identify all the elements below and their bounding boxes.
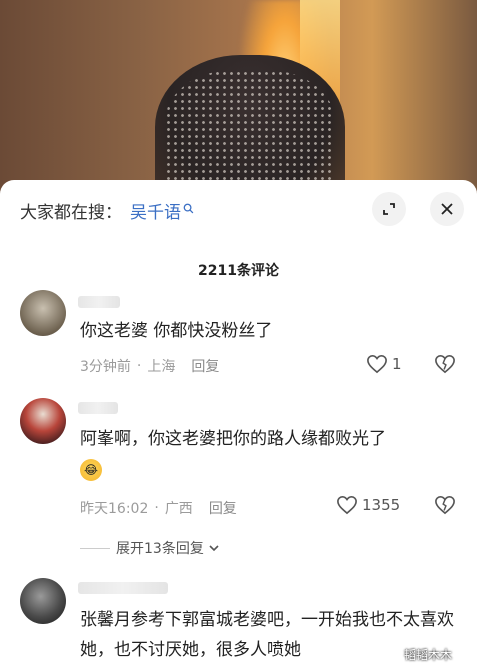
broken-heart-icon — [435, 354, 455, 374]
like-count: 1 — [392, 355, 402, 373]
username-blurred[interactable] — [78, 296, 120, 308]
broken-heart-icon — [435, 495, 455, 515]
avatar[interactable] — [20, 398, 66, 444]
like-button[interactable]: 1 — [366, 354, 402, 374]
avatar[interactable] — [20, 290, 66, 336]
comment-text: 阿峯啊，你这老婆把你的路人缘都败光了 — [80, 429, 386, 449]
trending-search-prefix: 大家都在搜： — [20, 202, 122, 223]
watermark: 韬韬木木 — [404, 648, 453, 662]
heart-icon — [367, 354, 387, 374]
video-background — [0, 0, 477, 200]
trending-search-term[interactable]: 吴千语 — [130, 198, 181, 223]
meta-separator: · — [154, 500, 159, 516]
expand-replies-label: 展开13条回复 — [116, 541, 204, 557]
close-icon — [441, 203, 453, 215]
divider — [80, 547, 110, 549]
comment-time: 3分钟前 — [80, 359, 131, 375]
username-blurred[interactable] — [78, 402, 118, 414]
username-blurred[interactable] — [78, 582, 168, 594]
comment-location: 广西 — [164, 501, 193, 517]
like-count: 1355 — [362, 496, 401, 514]
like-button[interactable]: 1355 — [336, 495, 400, 515]
expand-icon — [383, 203, 395, 215]
comment-meta: 3分钟前 · 上海 回复 — [80, 356, 219, 376]
trending-search[interactable]: 大家都在搜： 吴千语 — [20, 198, 194, 223]
expand-replies-button[interactable]: 展开13条回复 — [80, 538, 221, 558]
comment-meta: 昨天16:02 · 广西 回复 — [80, 498, 237, 518]
comment-location: 上海 — [147, 359, 176, 375]
laughing-emoji-icon: 😂 — [80, 459, 102, 481]
reply-button[interactable]: 回复 — [191, 356, 219, 376]
heart-icon — [337, 495, 357, 515]
comment-text: 你这老婆 你都快没粉丝了 — [80, 321, 273, 341]
reply-button[interactable]: 回复 — [209, 498, 237, 518]
meta-separator: · — [136, 358, 142, 374]
chevron-down-icon — [209, 545, 219, 552]
comment-time: 昨天16:02 — [80, 501, 149, 517]
comment-count: 2211条评论 — [198, 263, 279, 279]
avatar[interactable] — [20, 578, 66, 624]
expand-button[interactable] — [372, 192, 406, 226]
dislike-button[interactable] — [434, 495, 456, 519]
search-icon — [183, 203, 194, 218]
dislike-button[interactable] — [434, 354, 456, 378]
comment-sheet: 大家都在搜： 吴千语 2211条评论 你这老婆 你都快没粉丝了 3分钟前 · 上… — [0, 180, 477, 671]
close-button[interactable] — [430, 192, 464, 226]
